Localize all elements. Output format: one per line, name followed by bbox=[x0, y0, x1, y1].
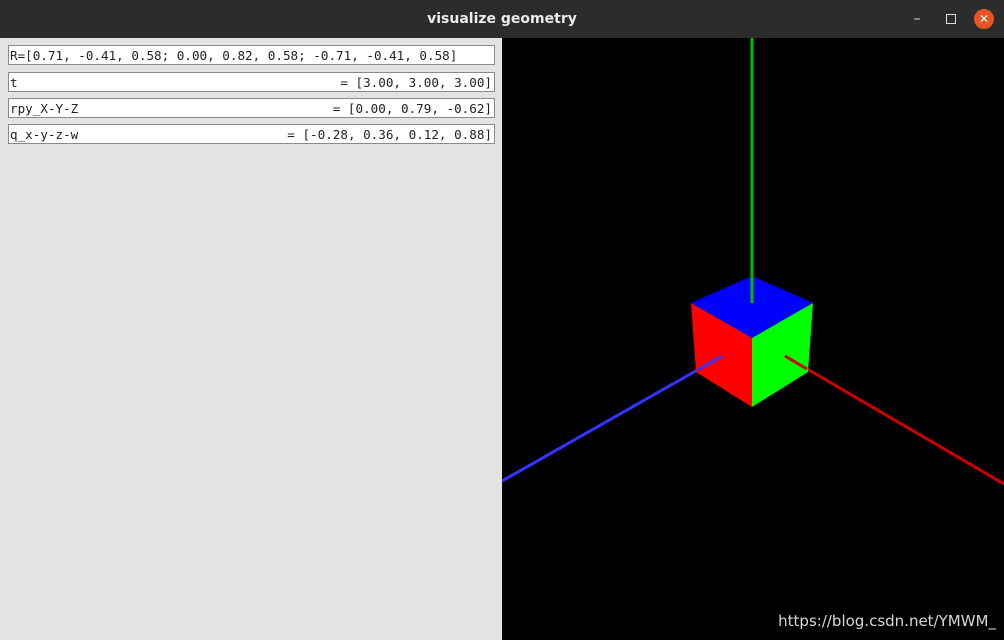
quaternion-field[interactable]: q_x-y-z-w = [-0.28, 0.36, 0.12, 0.88] bbox=[8, 124, 495, 144]
close-icon[interactable]: ✕ bbox=[974, 9, 994, 29]
watermark-text: https://blog.csdn.net/YMWM_ bbox=[778, 612, 996, 630]
window-title: visualize geometry bbox=[427, 11, 577, 27]
quaternion-label: q_x-y-z-w bbox=[10, 127, 79, 142]
translation-field[interactable]: t = [3.00, 3.00, 3.00] bbox=[8, 72, 495, 92]
maximize-icon[interactable] bbox=[941, 9, 961, 29]
scene-svg bbox=[502, 38, 1004, 486]
translation-value: = [3.00, 3.00, 3.00] bbox=[340, 75, 492, 90]
3d-viewport[interactable]: https://blog.csdn.net/YMWM_ bbox=[502, 38, 1004, 640]
x-axis-line bbox=[784, 354, 1004, 486]
rotation-matrix-field[interactable]: R=[0.71, -0.41, 0.58; 0.00, 0.82, 0.58; … bbox=[8, 45, 495, 65]
rpy-label: rpy_X-Y-Z bbox=[10, 101, 79, 116]
rpy-value: = [0.00, 0.79, -0.62] bbox=[332, 101, 492, 116]
rotation-matrix-text: R=[0.71, -0.41, 0.58; 0.00, 0.82, 0.58; … bbox=[10, 48, 458, 63]
window-titlebar[interactable]: visualize geometry – ✕ bbox=[0, 0, 1004, 38]
quaternion-value: = [-0.28, 0.36, 0.12, 0.88] bbox=[287, 127, 492, 142]
info-panel: R=[0.71, -0.41, 0.58; 0.00, 0.82, 0.58; … bbox=[0, 38, 502, 640]
z-axis-line bbox=[502, 354, 723, 483]
rpy-field[interactable]: rpy_X-Y-Z = [0.00, 0.79, -0.62] bbox=[8, 98, 495, 118]
minimize-icon[interactable]: – bbox=[907, 9, 927, 29]
translation-label: t bbox=[10, 75, 18, 90]
